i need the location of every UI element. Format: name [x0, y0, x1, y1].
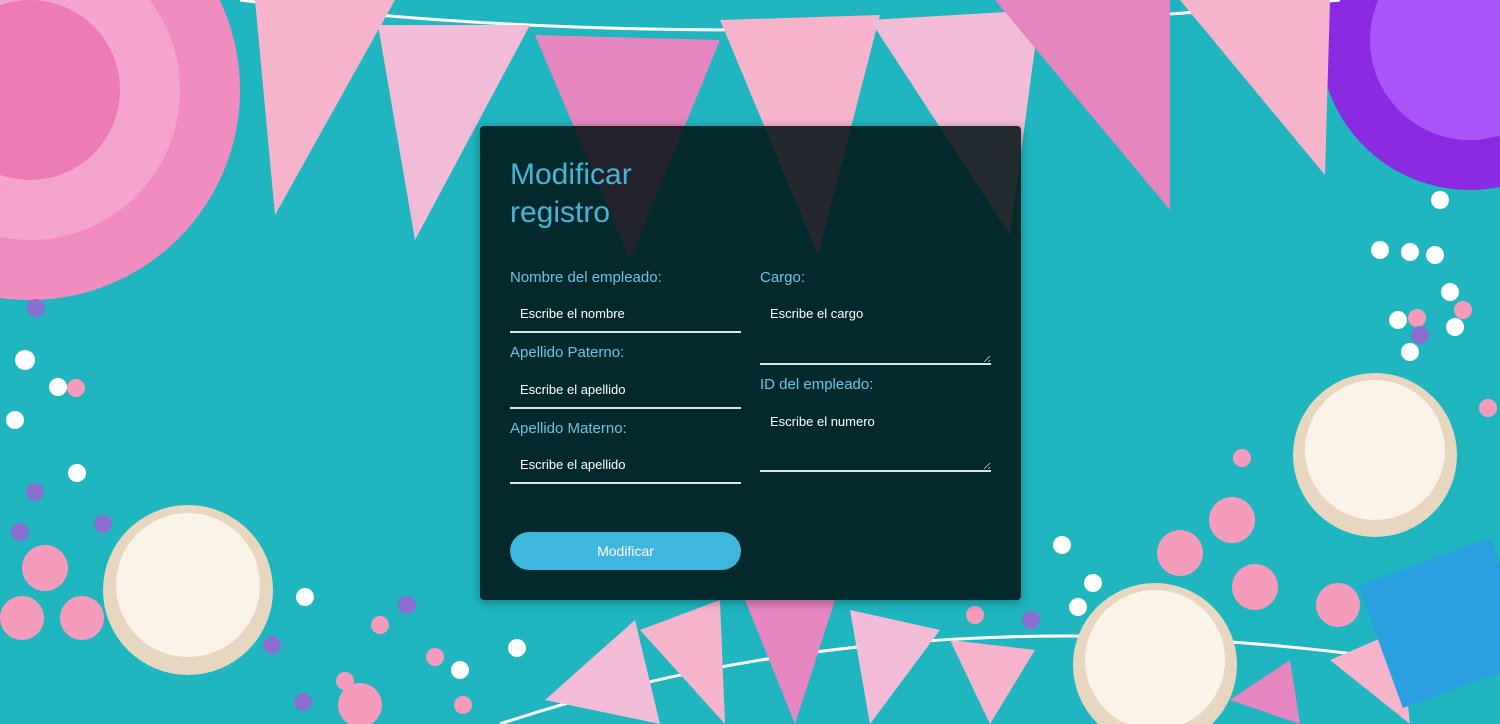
cupcake-left: [103, 505, 273, 675]
modify-record-form: Modificar registro Nombre del empleado: …: [480, 126, 1021, 600]
modificar-button[interactable]: Modificar: [510, 532, 741, 570]
id-empleado-textarea[interactable]: [760, 404, 991, 472]
apellido-paterno-label: Apellido Paterno:: [510, 344, 625, 361]
apellido-paterno-input[interactable]: [510, 372, 741, 409]
cargo-label: Cargo:: [760, 269, 806, 286]
cupcake-right-top: [1293, 373, 1457, 537]
paper-fan-pink: [0, 0, 240, 300]
nombre-label: Nombre del empleado:: [510, 269, 662, 286]
paper-fan-purple: [1320, 0, 1500, 190]
cupcake-right-bottom: [1073, 583, 1237, 724]
cargo-textarea[interactable]: [760, 296, 991, 365]
nombre-input[interactable]: [510, 296, 741, 333]
id-empleado-label: ID del empleado:: [760, 376, 874, 393]
form-title: Modificar registro: [510, 158, 632, 229]
apellido-materno-input[interactable]: [510, 447, 741, 484]
apellido-materno-label: Apellido Materno:: [510, 420, 627, 437]
